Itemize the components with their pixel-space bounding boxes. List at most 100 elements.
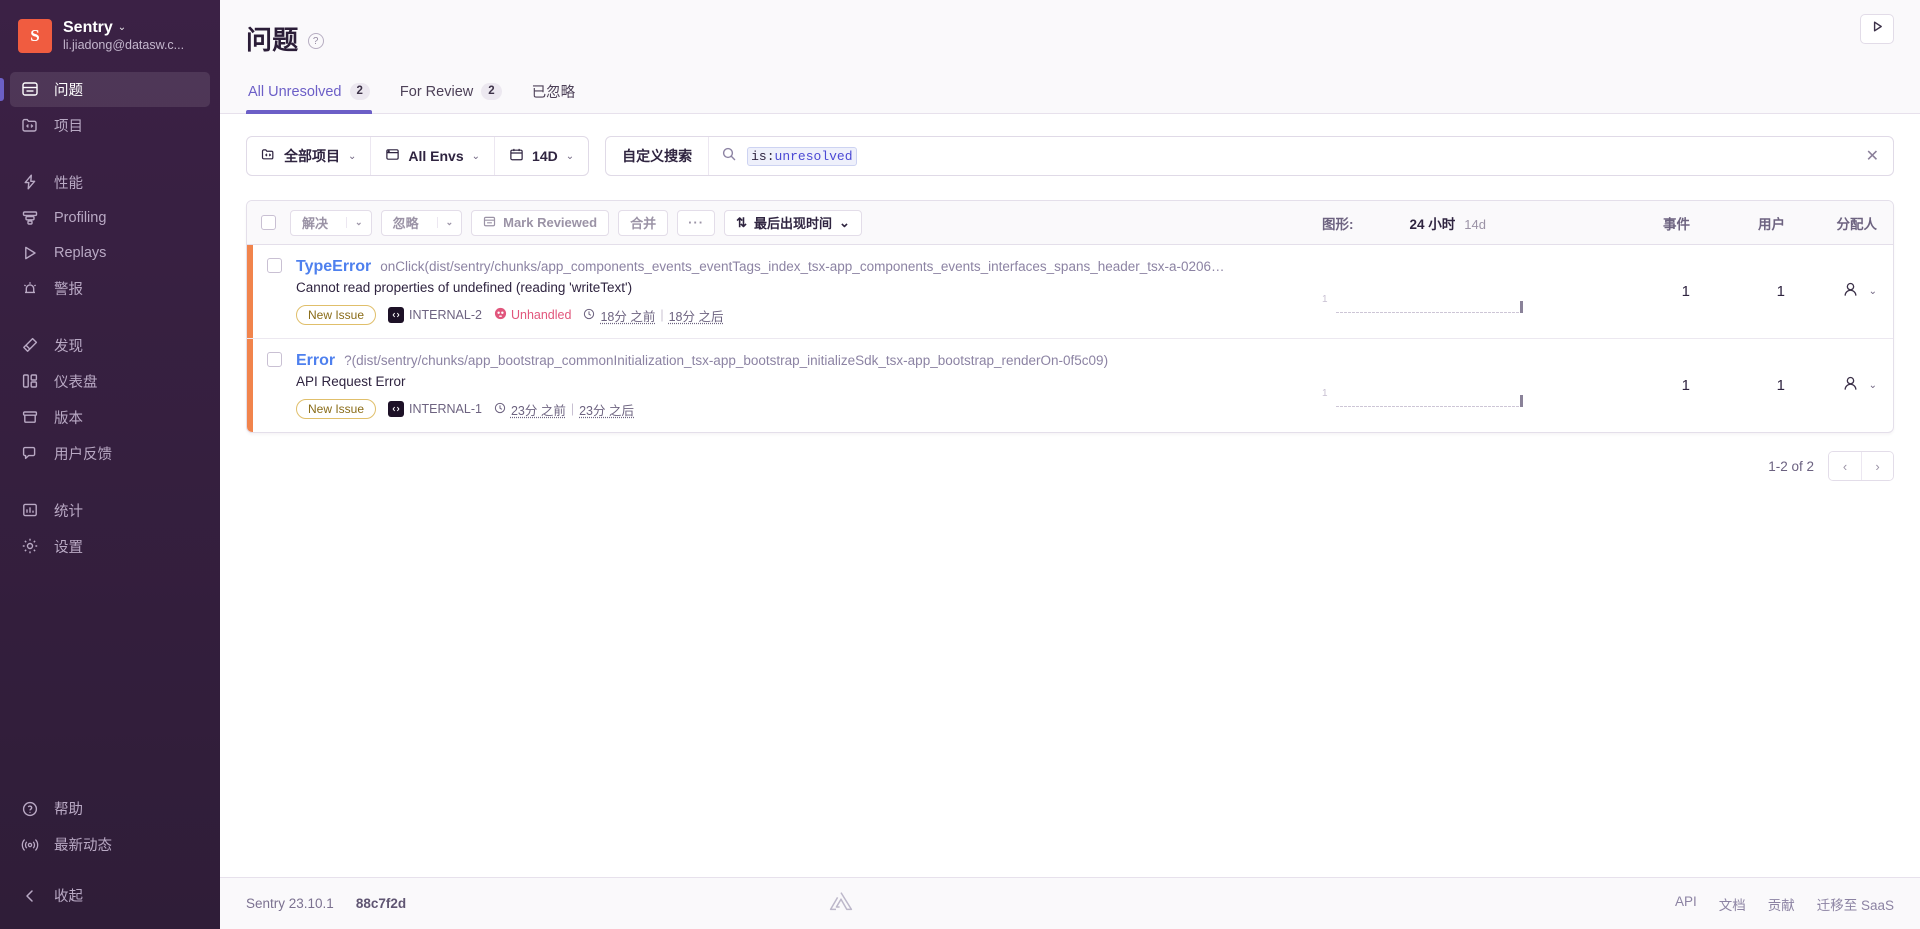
issue-checkbox[interactable] <box>267 352 282 367</box>
issue-times: 23分 之前 | 23分 之后 <box>494 400 634 419</box>
dashboards-icon <box>20 371 40 391</box>
environment-filter[interactable]: All Envs ⌄ <box>370 137 494 175</box>
sidebar-item-user-feedback[interactable]: 用户反馈 <box>10 436 210 471</box>
footer-link-api[interactable]: API <box>1675 894 1697 914</box>
datetime-filter[interactable]: 14D ⌄ <box>494 137 588 175</box>
issue-events-count[interactable]: 1 <box>1572 377 1690 394</box>
chevron-down-icon[interactable]: ⌄ <box>436 217 462 228</box>
project-filter[interactable]: 全部项目 ⌄ <box>247 137 370 175</box>
review-icon <box>483 215 496 231</box>
project-chip-icon <box>388 401 405 417</box>
sidebar-collapse-button[interactable]: 收起 <box>10 878 210 913</box>
user-avatar-icon <box>1841 280 1860 303</box>
sidebar: S Sentry ⌄ li.jiadong@datasw.c... 问题 项目 <box>0 0 220 929</box>
issue-users-count[interactable]: 1 <box>1690 283 1785 300</box>
play-button[interactable] <box>1860 14 1894 44</box>
issue-message: Cannot read properties of undefined (rea… <box>296 280 633 295</box>
ignore-label: 忽略 <box>392 216 419 231</box>
sidebar-item-stats[interactable]: 统计 <box>10 493 210 528</box>
issue-title[interactable]: TypeError onClick(dist/sentry/chunks/app… <box>296 258 1322 276</box>
table-row[interactable]: TypeError onClick(dist/sentry/chunks/app… <box>247 245 1893 339</box>
sidebar-item-discover[interactable]: 发现 <box>10 328 210 363</box>
issue-meta: New Issue INTERNAL-1 23分 之前 | 23分 之后 <box>296 399 1322 419</box>
footer-link-docs[interactable]: 文档 <box>1719 894 1746 914</box>
filter-group: 全部项目 ⌄ All Envs ⌄ 14D ⌄ <box>246 136 590 176</box>
previous-page-button[interactable]: ‹ <box>1829 452 1861 480</box>
tab-all-unresolved[interactable]: All Unresolved 2 <box>246 75 372 114</box>
status-badge: New Issue <box>296 399 377 419</box>
sidebar-item-help[interactable]: 帮助 <box>10 791 210 826</box>
footer-links: API 文档 贡献 迁移至 SaaS <box>1675 894 1894 914</box>
next-page-button[interactable]: › <box>1861 452 1893 480</box>
graph-option-24h[interactable]: 24 小时 <box>1410 213 1456 233</box>
issue-project[interactable]: INTERNAL-2 <box>388 307 482 323</box>
tab-ignored[interactable]: 已忽略 <box>530 75 578 113</box>
ignore-button[interactable]: 忽略 ⌄ <box>380 209 463 236</box>
nav-group-primary: 问题 项目 <box>0 68 220 147</box>
sidebar-item-projects[interactable]: 项目 <box>10 108 210 143</box>
resolve-button[interactable]: 解决 ⌄ <box>290 209 372 236</box>
graph-column-header: 图形: 24 小时 14d <box>1322 213 1572 233</box>
mark-reviewed-button[interactable]: Mark Reviewed <box>471 209 610 236</box>
issues-toolbar: 解决 ⌄ 忽略 ⌄ Mark Reviewed 合并 ··· ⇅ 最后出现时间 … <box>247 201 1893 245</box>
tab-for-review[interactable]: For Review 2 <box>398 75 504 113</box>
merge-button[interactable]: 合并 <box>618 209 669 236</box>
chevron-down-icon[interactable]: ⌄ <box>346 217 371 228</box>
issue-first-seen[interactable]: 23分 之前 <box>511 400 566 419</box>
table-row[interactable]: Error ?(dist/sentry/chunks/app_bootstrap… <box>247 339 1893 432</box>
nav-group-admin: 统计 设置 <box>0 489 220 568</box>
chevron-down-icon[interactable]: ⌄ <box>1869 380 1877 391</box>
select-all-checkbox[interactable] <box>261 215 276 230</box>
environment-filter-label: All Envs <box>408 148 464 164</box>
sidebar-item-label: 问题 <box>54 82 83 99</box>
mark-reviewed-label: Mark Reviewed <box>503 215 598 230</box>
org-avatar: S <box>18 18 52 53</box>
issue-events-count[interactable]: 1 <box>1572 283 1690 300</box>
pagination-buttons: ‹ › <box>1828 451 1894 481</box>
issue-first-seen[interactable]: 18分 之前 <box>600 306 655 325</box>
issue-columns: 1 1 1 ⌄ <box>1322 245 1893 338</box>
issue-type: TypeError <box>296 258 372 275</box>
pagination: 1-2 of 2 ‹ › <box>246 451 1894 481</box>
issue-checkbox[interactable] <box>267 258 282 273</box>
sidebar-item-issues[interactable]: 问题 <box>0 71 210 107</box>
issue-assignee[interactable]: ⌄ <box>1785 280 1877 303</box>
help-circle-icon[interactable]: ? <box>307 33 324 49</box>
saved-search-button[interactable]: 自定义搜索 <box>606 137 710 175</box>
sidebar-item-settings[interactable]: 设置 <box>10 529 210 564</box>
sidebar-item-alerts[interactable]: 警报 <box>10 271 210 306</box>
chevron-down-icon: ⌄ <box>839 214 850 230</box>
sidebar-item-profiling[interactable]: Profiling <box>10 201 210 235</box>
chevron-left-icon <box>20 886 40 906</box>
sort-button[interactable]: ⇅ 最后出现时间 ⌄ <box>724 209 862 236</box>
issue-project[interactable]: INTERNAL-1 <box>388 401 482 417</box>
calendar-icon <box>509 147 524 165</box>
replays-icon <box>20 243 40 263</box>
issue-culprit: onClick(dist/sentry/chunks/app_component… <box>380 259 1225 274</box>
sidebar-item-label: 性能 <box>54 175 83 192</box>
sidebar-item-replays[interactable]: Replays <box>10 236 210 270</box>
issue-last-seen[interactable]: 18分 之后 <box>669 306 724 325</box>
issue-title[interactable]: Error ?(dist/sentry/chunks/app_bootstrap… <box>296 352 1322 370</box>
footer-link-migrate-saas[interactable]: 迁移至 SaaS <box>1817 894 1894 914</box>
sidebar-item-performance[interactable]: 性能 <box>10 165 210 200</box>
sidebar-item-dashboards[interactable]: 仪表盘 <box>10 364 210 399</box>
issue-last-seen[interactable]: 23分 之后 <box>579 400 634 419</box>
more-actions-button[interactable]: ··· <box>677 209 716 236</box>
issue-assignee[interactable]: ⌄ <box>1785 374 1877 397</box>
sidebar-item-releases[interactable]: 版本 <box>10 400 210 435</box>
chevron-down-icon: ⌄ <box>348 150 357 162</box>
issue-users-count[interactable]: 1 <box>1690 377 1785 394</box>
search-input[interactable]: is: unresolved <box>709 137 1851 175</box>
nav-divider <box>10 863 210 877</box>
chevron-down-icon[interactable]: ⌄ <box>1869 286 1877 297</box>
sidebar-item-whats-new[interactable]: 最新动态 <box>10 827 210 862</box>
sidebar-item-label: 帮助 <box>54 802 83 818</box>
user-avatar-icon <box>1841 374 1860 397</box>
footer-link-contribute[interactable]: 贡献 <box>1768 894 1795 914</box>
org-dropdown[interactable]: S Sentry ⌄ li.jiadong@datasw.c... <box>0 14 220 68</box>
search-clear-button[interactable]: ✕ <box>1852 137 1893 175</box>
sparkline-axis-label: 1 <box>1322 387 1328 399</box>
stats-icon <box>20 500 40 520</box>
graph-option-14d[interactable]: 14d <box>1464 217 1486 232</box>
